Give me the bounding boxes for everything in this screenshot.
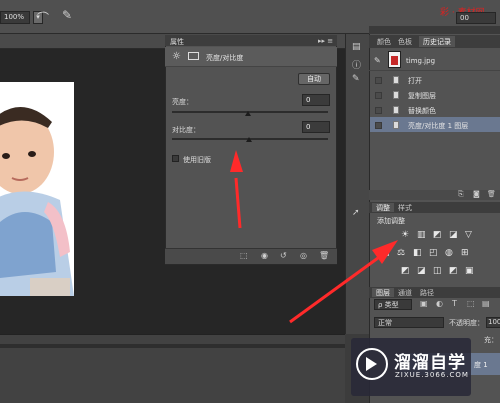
history-item-check[interactable] bbox=[375, 92, 382, 99]
play-triangle-icon bbox=[366, 357, 377, 371]
document-icon bbox=[393, 76, 399, 84]
filter-smart-icon[interactable]: ▤ bbox=[482, 299, 490, 308]
threshold-icon[interactable]: ◫ bbox=[433, 266, 442, 276]
lasso-icon[interactable]: ⌒ bbox=[37, 9, 49, 26]
tab-color[interactable]: 颜色 bbox=[373, 36, 395, 47]
snapshot-name: timg.jpg bbox=[406, 57, 436, 65]
blend-mode-select[interactable]: 正常 bbox=[374, 317, 444, 328]
invert-icon[interactable]: ◩ bbox=[401, 266, 410, 276]
tab-layers[interactable]: 图层 bbox=[372, 288, 394, 297]
watermark-url: ZIXUE.3066.COM bbox=[395, 371, 469, 379]
visibility-eye-icon[interactable]: ◎ bbox=[300, 251, 307, 260]
add-adjustment-label: 添加调整 bbox=[377, 217, 405, 225]
bottom-scroll-strip[interactable] bbox=[0, 344, 345, 348]
use-legacy-checkbox[interactable] bbox=[172, 155, 179, 162]
posterize-icon[interactable]: ◪ bbox=[417, 266, 426, 276]
color-lookup-icon[interactable]: ⊞ bbox=[461, 248, 469, 258]
channel-mixer-icon[interactable]: ◍ bbox=[445, 248, 453, 258]
contrast-label: 对比度： bbox=[172, 126, 200, 134]
baby-photo bbox=[0, 82, 74, 296]
history-item-check[interactable] bbox=[375, 77, 382, 84]
reset-icon[interactable]: ↺ bbox=[280, 251, 287, 260]
top-right-field[interactable]: 00 bbox=[456, 12, 496, 24]
history-footer bbox=[369, 190, 500, 200]
tab-adjustments[interactable]: 调整 bbox=[372, 203, 394, 212]
history-item-label: 复制图层 bbox=[408, 92, 436, 100]
sun-icon: ☼ bbox=[172, 51, 181, 62]
layer-kind-filter[interactable]: ρ 类型 bbox=[374, 299, 412, 310]
properties-tab-title[interactable]: 属性 bbox=[170, 37, 184, 47]
tab-history[interactable]: 历史记录 bbox=[419, 36, 455, 47]
filter-shape-icon[interactable]: ⬚ bbox=[467, 299, 475, 308]
selective-color-icon[interactable]: ▣ bbox=[465, 266, 474, 276]
layer-mask-icon[interactable] bbox=[188, 52, 199, 60]
vibrance-adjustment-icon[interactable]: ▽ bbox=[465, 230, 472, 240]
color-balance-icon[interactable]: ⚖ bbox=[397, 248, 405, 258]
history-item-check[interactable] bbox=[375, 107, 382, 114]
history-brush-icon[interactable]: ✎ bbox=[374, 56, 381, 65]
history-item-label: 亮度/对比度 1 图层 bbox=[408, 122, 469, 130]
brightness-slider-thumb[interactable] bbox=[245, 111, 251, 116]
view-previous-icon[interactable]: ◉ bbox=[261, 251, 268, 260]
document-icon bbox=[393, 91, 399, 99]
gradient-map-icon[interactable]: ◩ bbox=[449, 266, 458, 276]
history-item-label: 替换颜色 bbox=[408, 107, 436, 115]
exposure-adjustment-icon[interactable]: ◪ bbox=[449, 230, 458, 240]
tab-paths[interactable]: 路径 bbox=[416, 288, 438, 297]
filter-pixel-icon[interactable]: ▣ bbox=[420, 299, 428, 308]
document-icon bbox=[393, 121, 399, 129]
opacity-input[interactable]: 100 bbox=[486, 317, 500, 328]
zoom-field[interactable]: 100% bbox=[0, 11, 30, 24]
tab-swatches[interactable]: 色板 bbox=[394, 36, 416, 47]
camera-icon[interactable]: ◙ bbox=[473, 190, 480, 198]
opacity-label: 不透明度： bbox=[449, 319, 484, 327]
filter-type-icon[interactable]: T bbox=[452, 299, 457, 308]
curves-adjustment-icon[interactable]: ◩ bbox=[433, 230, 442, 240]
watermark-name: 溜溜自学 bbox=[394, 353, 466, 373]
contrast-slider-thumb[interactable] bbox=[246, 137, 252, 142]
history-item-label: 打开 bbox=[408, 77, 422, 85]
brightness-input[interactable]: 0 bbox=[302, 94, 330, 106]
properties-tab-bar bbox=[165, 35, 337, 46]
mouse-cursor-icon: ➚ bbox=[352, 208, 360, 218]
fill-label: 充： bbox=[484, 336, 498, 344]
clip-to-layer-icon[interactable]: ⬚ bbox=[240, 251, 248, 260]
history-item-check[interactable] bbox=[375, 122, 382, 129]
properties-panel bbox=[165, 35, 337, 265]
properties-footer bbox=[165, 248, 337, 264]
trash-icon[interactable]: 🗑 bbox=[319, 251, 329, 260]
hue-saturation-icon[interactable]: ▦ bbox=[381, 248, 390, 258]
dock-history-icon[interactable]: ▤ bbox=[352, 42, 361, 52]
contrast-input[interactable]: 0 bbox=[302, 121, 330, 133]
panel-collapse-icon[interactable]: ▸▸ ≡ bbox=[318, 37, 333, 45]
dock-brush-icon[interactable]: ✎ bbox=[352, 74, 360, 84]
adjustment-name: 亮度/对比度 bbox=[206, 54, 244, 62]
layer-name: 度 1 bbox=[474, 361, 488, 369]
tab-styles[interactable]: 样式 bbox=[394, 203, 416, 212]
brightness-adjustment-icon[interactable]: ☀ bbox=[401, 230, 409, 240]
photo-filter-icon[interactable]: ◰ bbox=[429, 248, 438, 258]
brightness-label: 亮度： bbox=[172, 98, 193, 106]
black-white-icon[interactable]: ◧ bbox=[413, 248, 422, 258]
snapshot-thumbnail-figure bbox=[391, 56, 398, 65]
auto-button[interactable]: 自动 bbox=[298, 73, 330, 85]
document-icon bbox=[393, 106, 399, 114]
trash-icon[interactable]: 🗑 bbox=[487, 190, 496, 198]
tab-channels[interactable]: 通道 bbox=[394, 288, 416, 297]
new-document-icon[interactable]: ⎘ bbox=[458, 190, 464, 199]
brush-icon[interactable]: ✎ bbox=[62, 8, 72, 22]
right-top-strip bbox=[369, 26, 500, 34]
use-legacy-label: 使用旧版 bbox=[183, 156, 211, 164]
levels-adjustment-icon[interactable]: ▥ bbox=[417, 230, 426, 240]
filter-adjustment-icon[interactable]: ◐ bbox=[436, 299, 443, 308]
history-item[interactable] bbox=[369, 73, 500, 87]
dock-info-icon[interactable]: ⓘ bbox=[352, 58, 361, 71]
